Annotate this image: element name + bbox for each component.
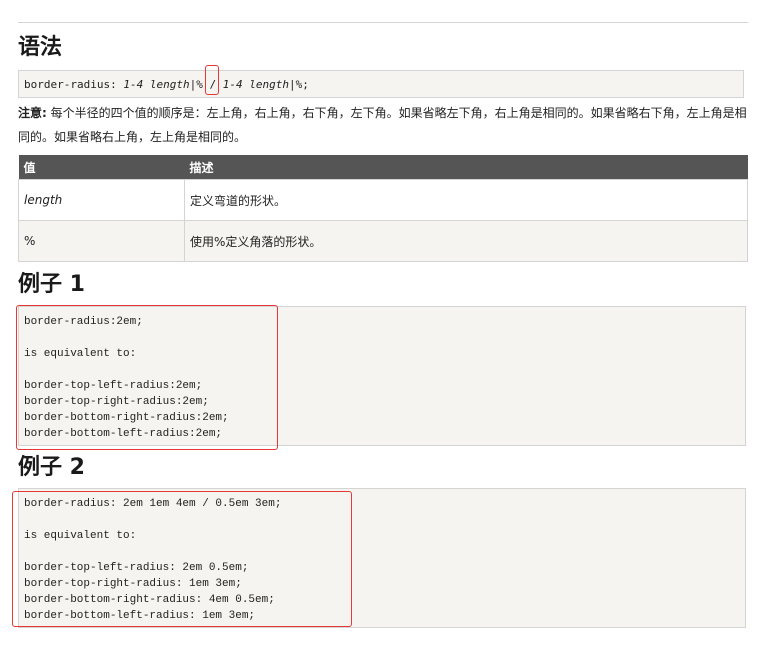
example2-heading: 例子 2 <box>18 455 85 480</box>
syntax-length1: length <box>149 78 190 91</box>
syntax-slash: / <box>205 65 220 99</box>
table-row: length 定义弯道的形状。 <box>18 179 748 221</box>
syntax-pct2: %; <box>295 78 309 91</box>
syntax-sep2: | <box>288 78 296 91</box>
table-cell-value: % <box>18 220 185 262</box>
table-header-value: 值 <box>18 155 185 180</box>
top-divider <box>18 22 748 23</box>
value-length: length <box>24 193 63 207</box>
note-text: 每个半径的四个值的顺序是：左上角，右上角，右下角，左下角。如果省略左下角，右上角… <box>18 106 747 144</box>
syntax-length2: length <box>249 78 289 91</box>
note-label: 注意: <box>18 106 47 120</box>
table-cell-desc: 定义弯道的形状。 <box>184 179 748 221</box>
syntax-arg1: 1-4 <box>123 78 144 91</box>
table-row: % 使用%定义角落的形状。 <box>18 220 748 262</box>
table-cell-value: length <box>18 179 185 221</box>
syntax-heading: 语法 <box>18 35 63 60</box>
syntax-note: 注意: 每个半径的四个值的顺序是：左上角，右上角，右下角，左下角。如果省略左下角… <box>18 101 748 149</box>
syntax-prop: border-radius: <box>24 78 117 91</box>
syntax-pct1: % <box>196 78 203 91</box>
syntax-code-box: border-radius: 1-4 length|% / 1-4 length… <box>18 65 744 99</box>
syntax-arg2: 1-4 <box>222 78 243 91</box>
example1-highlight-frame <box>16 305 278 450</box>
example2-highlight-frame <box>12 491 352 627</box>
table-cell-desc: 使用%定义角落的形状。 <box>184 220 748 262</box>
example1-heading: 例子 1 <box>18 272 85 297</box>
slash-highlight-frame <box>205 65 220 95</box>
values-table: 值 描述 length 定义弯道的形状。 % 使用%定义角落的形状。 <box>18 155 748 262</box>
table-header-desc: 描述 <box>184 155 748 180</box>
table-header-row: 值 描述 <box>18 155 748 180</box>
